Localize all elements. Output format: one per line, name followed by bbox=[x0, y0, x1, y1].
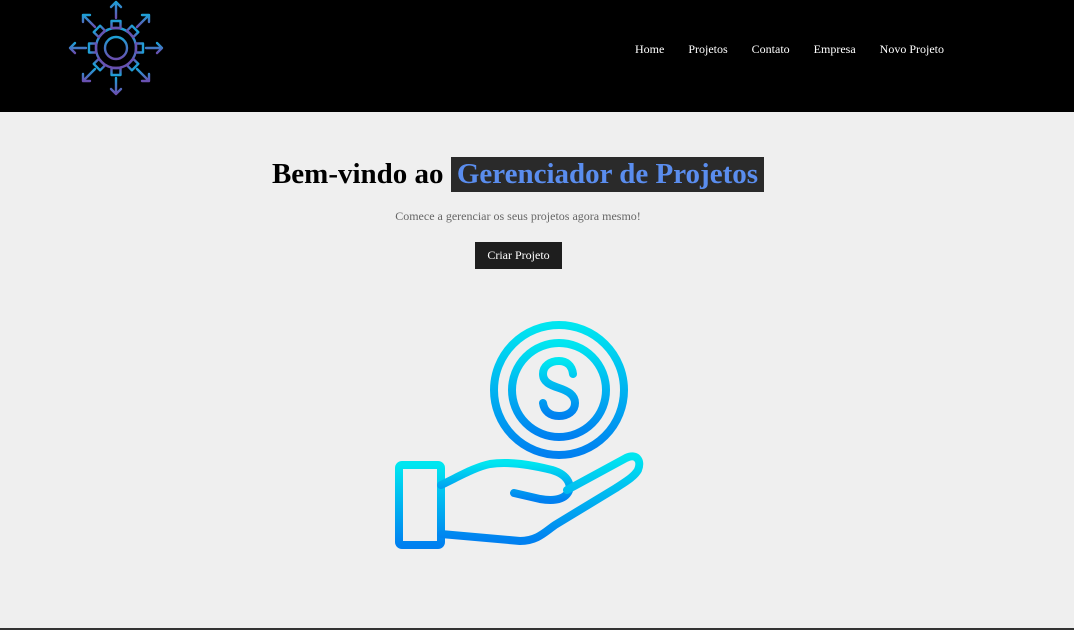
create-project-button[interactable]: Criar Projeto bbox=[475, 242, 562, 269]
nav-home[interactable]: Home bbox=[635, 42, 664, 57]
gear-with-arrows-icon[interactable] bbox=[66, 0, 168, 100]
site-header: Home Projetos Contato Empresa Novo Proje… bbox=[0, 0, 1074, 112]
nav-novo-projeto[interactable]: Novo Projeto bbox=[880, 42, 944, 57]
nav-empresa[interactable]: Empresa bbox=[814, 42, 856, 57]
nav-contato[interactable]: Contato bbox=[752, 42, 790, 57]
title-highlight: Gerenciador de Projetos bbox=[450, 157, 765, 192]
hero-subtitle: Comece a gerenciar os seus projetos agor… bbox=[395, 209, 641, 223]
nav-projetos[interactable]: Projetos bbox=[688, 42, 727, 57]
page-title: Bem-vindo ao Gerenciador de Projetos bbox=[0, 157, 1036, 192]
title-prefix: Bem-vindo ao bbox=[271, 158, 444, 190]
hand-holding-dollar-coin-icon bbox=[380, 310, 660, 560]
main-nav: Home Projetos Contato Empresa Novo Proje… bbox=[635, 42, 944, 57]
